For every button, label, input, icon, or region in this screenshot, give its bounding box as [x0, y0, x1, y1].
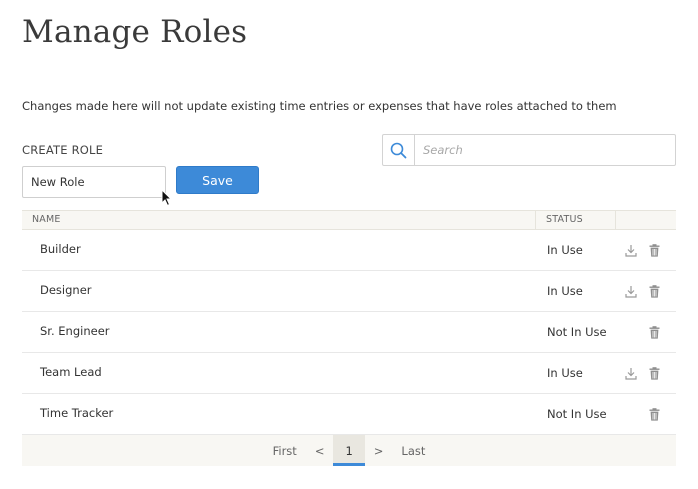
role-name-input[interactable]	[22, 166, 166, 198]
create-role-label: CREATE ROLE	[22, 143, 104, 157]
page-title: Manage Roles	[22, 14, 248, 50]
column-header-actions	[616, 211, 676, 229]
save-button[interactable]: Save	[176, 166, 259, 194]
pager-first[interactable]: First	[264, 435, 306, 466]
role-name: Time Tracker	[40, 405, 114, 420]
pager-last[interactable]: Last	[392, 435, 434, 466]
role-status: Not In Use	[547, 407, 607, 421]
trash-icon[interactable]	[647, 325, 661, 339]
row-actions	[616, 366, 676, 380]
role-status: In Use	[547, 284, 583, 298]
column-header-name[interactable]: NAME	[22, 211, 536, 229]
download-icon[interactable]	[624, 366, 638, 380]
pagination: First < 1 > Last	[22, 435, 676, 466]
search-input[interactable]	[415, 135, 675, 165]
roles-table: NAME STATUS Builder In Use Designer In Use S…	[22, 210, 676, 466]
pager-prev[interactable]: <	[306, 435, 334, 466]
row-actions	[616, 243, 676, 257]
table-row[interactable]: Builder In Use	[22, 230, 676, 271]
row-actions	[616, 325, 676, 339]
row-actions	[616, 284, 676, 298]
role-name: Designer	[40, 282, 92, 297]
table-row[interactable]: Time Tracker Not In Use	[22, 394, 676, 435]
trash-icon[interactable]	[647, 243, 661, 257]
download-icon[interactable]	[624, 284, 638, 298]
roles-notice: Changes made here will not update existi…	[22, 99, 617, 113]
role-name: Builder	[40, 241, 81, 256]
role-status: In Use	[547, 366, 583, 380]
table-row[interactable]: Team Lead In Use	[22, 353, 676, 394]
role-name: Sr. Engineer	[40, 323, 110, 338]
role-status: In Use	[547, 243, 583, 257]
table-header: NAME STATUS	[22, 210, 676, 230]
trash-icon[interactable]	[647, 284, 661, 298]
row-actions	[616, 407, 676, 421]
pager-current-page[interactable]: 1	[333, 435, 365, 466]
mouse-pointer-icon	[161, 189, 173, 207]
role-name: Team Lead	[40, 364, 102, 379]
table-row[interactable]: Sr. Engineer Not In Use	[22, 312, 676, 353]
column-header-status[interactable]: STATUS	[536, 211, 616, 229]
search-box	[382, 134, 676, 166]
trash-icon[interactable]	[647, 407, 661, 421]
pager-next[interactable]: >	[365, 435, 393, 466]
download-icon[interactable]	[624, 243, 638, 257]
table-row[interactable]: Designer In Use	[22, 271, 676, 312]
search-icon[interactable]	[383, 135, 415, 165]
trash-icon[interactable]	[647, 366, 661, 380]
role-status: Not In Use	[547, 325, 607, 339]
